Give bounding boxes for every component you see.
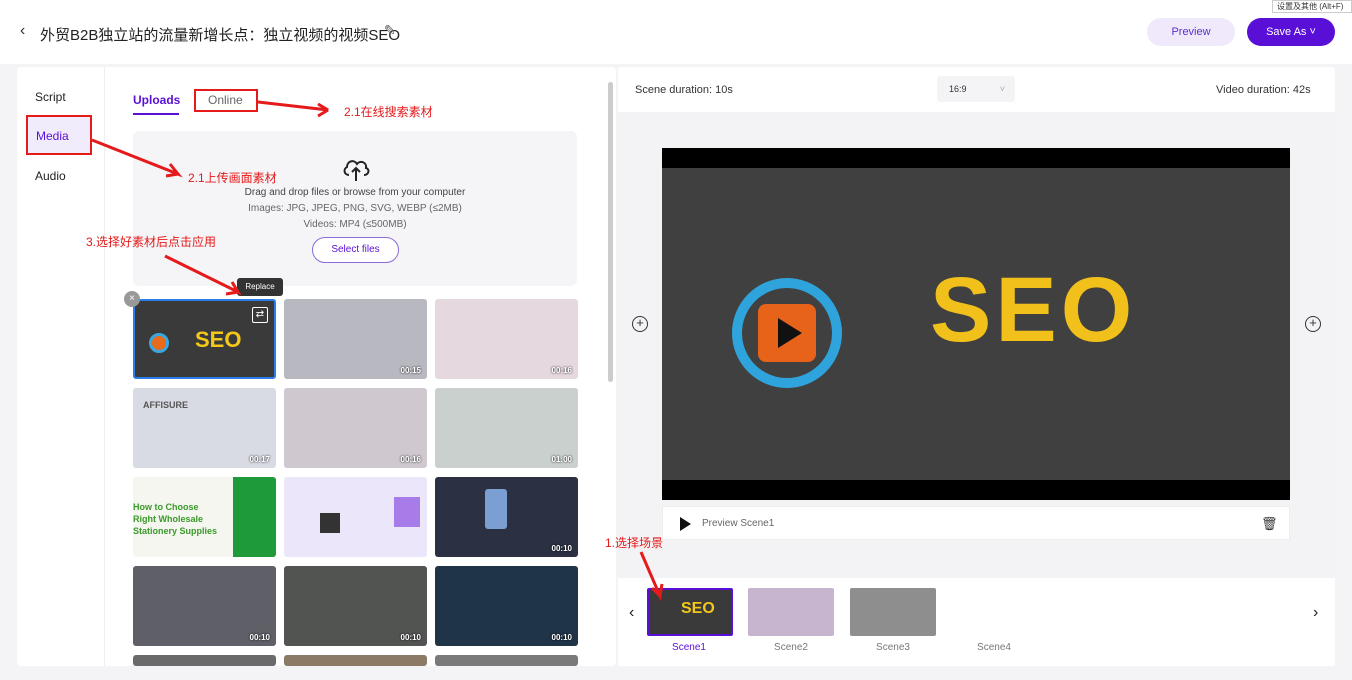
dropzone-video-limits: Videos: MP4 (≤500MB): [303, 219, 407, 230]
trash-icon[interactable]: 🗑: [1261, 516, 1278, 532]
annotation-box-media: [26, 115, 92, 155]
media-thumb[interactable]: [284, 477, 427, 557]
thumb-box-graphic: [394, 497, 420, 527]
tab-underline: [133, 113, 179, 115]
media-thumb[interactable]: 00:10: [435, 477, 578, 557]
annotation-upload: 2.1上传画面素材: [188, 171, 277, 185]
thumb-duration: 00:15: [400, 366, 421, 375]
thumb-duration: 00:16: [551, 366, 572, 375]
media-thumb[interactable]: AFFISURE 00:17: [133, 388, 276, 468]
play-icon[interactable]: [680, 517, 691, 531]
thumb-graphic: [233, 477, 276, 557]
video-frame: SEO: [662, 168, 1290, 480]
media-thumb[interactable]: 00:10: [435, 566, 578, 646]
media-thumb[interactable]: [133, 655, 276, 666]
scene-thumb-4[interactable]: [951, 588, 1037, 636]
scene-thumb-1[interactable]: SEO: [647, 588, 733, 636]
thumb-title-text: How to Choose Right Wholesale Stationery…: [133, 502, 218, 536]
scene-label-2: Scene2: [774, 642, 808, 653]
save-as-button[interactable]: Save As ˅: [1247, 18, 1335, 46]
media-thumb[interactable]: 00:16: [284, 388, 427, 468]
close-icon[interactable]: ×: [124, 291, 140, 307]
scene-seo-text: SEO: [681, 600, 715, 617]
annotation-online-search: 2.1在线搜索素材: [344, 105, 433, 119]
chevron-right-icon[interactable]: ›: [1313, 604, 1318, 622]
annotation-select-scene: 1.选择场景: [605, 536, 664, 550]
media-thumb[interactable]: [435, 655, 578, 666]
scene-label-3: Scene3: [876, 642, 910, 653]
video-seo-text: SEO: [930, 259, 1137, 361]
thumb-seo-text: SEO: [195, 327, 242, 352]
play-triangle-icon: [778, 318, 802, 348]
media-thumb[interactable]: 01:00: [435, 388, 578, 468]
thumb-brand-text: AFFISURE: [143, 400, 188, 410]
media-thumb-selected[interactable]: SEO ⇄: [133, 299, 276, 379]
scrollbar[interactable]: [608, 82, 613, 382]
thumb-duration: 01:00: [551, 455, 572, 464]
sidebar-item-script[interactable]: Script: [35, 90, 66, 104]
scene-label-4: Scene4: [977, 642, 1011, 653]
chevron-left-icon[interactable]: ‹: [20, 22, 25, 40]
scene-thumb-2[interactable]: [748, 588, 834, 636]
annotation-box-online: [194, 89, 258, 112]
replace-icon[interactable]: ⇄: [252, 307, 268, 323]
settings-tooltip: 设置及其他 (Alt+F): [1272, 0, 1352, 13]
scene-duration: Scene duration: 10s: [635, 84, 733, 96]
media-thumb[interactable]: How to Choose Right Wholesale Stationery…: [133, 477, 276, 557]
chevron-down-icon: ˅: [1309, 26, 1316, 38]
ratio-value: 16:9: [949, 84, 967, 94]
dropzone-image-limits: Images: JPG, JPEG, PNG, SVG, WEBP (≤2MB): [248, 203, 462, 214]
scene-label-1: Scene1: [672, 642, 706, 653]
sidebar-tabs: [17, 67, 105, 666]
pencil-icon[interactable]: ✎: [384, 22, 396, 39]
chevron-down-icon: ˅: [999, 84, 1005, 94]
aspect-ratio-select[interactable]: 16:9 ˅: [937, 76, 1015, 102]
add-scene-after-icon[interactable]: +: [1305, 316, 1321, 332]
tab-uploads[interactable]: Uploads: [133, 93, 180, 107]
save-as-label: Save As: [1266, 26, 1307, 38]
project-title: 外贸B2B独立站的流量新增长点：独立视频的视频SEO: [40, 27, 401, 44]
video-preview[interactable]: SEO: [662, 148, 1290, 500]
add-scene-before-icon[interactable]: +: [632, 316, 648, 332]
qr-code-icon: [320, 513, 340, 533]
cloud-upload-icon: [343, 160, 370, 181]
thumb-duration: 00:10: [551, 633, 572, 642]
scene-thumb-3[interactable]: [850, 588, 936, 636]
upload-dropzone[interactable]: Drag and drop files or browse from your …: [133, 131, 577, 286]
annotation-apply: 3.选择好素材后点击应用: [86, 235, 217, 249]
dropzone-instructions: Drag and drop files or browse from your …: [244, 187, 466, 198]
phone-graphic: [485, 489, 507, 529]
media-thumb[interactable]: [284, 655, 427, 666]
thumb-duration: 00:10: [551, 544, 572, 553]
media-thumb[interactable]: 00:15: [284, 299, 427, 379]
preview-scene-label: Preview Scene1: [702, 518, 775, 529]
replace-tooltip: Replace: [237, 278, 283, 296]
magnifier-icon: [149, 333, 169, 353]
media-thumb[interactable]: 00:10: [284, 566, 427, 646]
thumb-duration: 00:10: [400, 633, 421, 642]
thumb-duration: 00:16: [400, 455, 421, 464]
video-duration: Video duration: 42s: [1216, 84, 1311, 96]
preview-button[interactable]: Preview: [1147, 18, 1235, 46]
media-thumb[interactable]: 00:16: [435, 299, 578, 379]
select-files-button[interactable]: Select files: [312, 237, 399, 263]
thumb-duration: 00:10: [249, 633, 270, 642]
thumb-duration: 00:17: [249, 455, 270, 464]
chevron-left-icon[interactable]: ‹: [629, 604, 634, 622]
media-thumb[interactable]: 00:10: [133, 566, 276, 646]
sidebar-item-audio[interactable]: Audio: [35, 169, 66, 183]
